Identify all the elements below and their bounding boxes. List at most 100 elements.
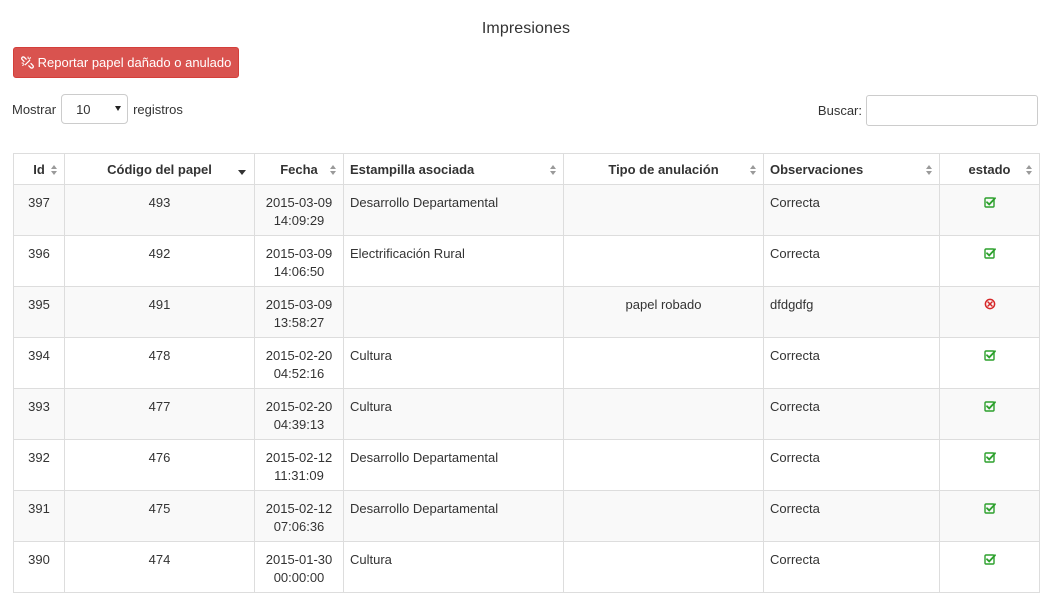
column-header-estado[interactable]: estado — [939, 153, 1040, 185]
fecha-time: 04:52:16 — [273, 366, 325, 381]
search-input[interactable] — [866, 95, 1038, 126]
cell-tipo-anulacion — [563, 439, 764, 491]
fecha-time: 11:31:09 — [274, 468, 324, 483]
cell-id: 392 — [13, 439, 65, 491]
unlink-icon — [20, 56, 34, 69]
fecha-date: 2015-03-09 — [265, 297, 333, 312]
chevron-down-icon — [115, 106, 122, 111]
table-row[interactable]: 395 491 2015-03-09 13:58:27 papel robado dfdg… — [13, 286, 1040, 338]
cell-estado — [939, 490, 1040, 542]
fecha-date: 2015-03-09 — [265, 246, 333, 261]
search-label: Buscar: — [817, 103, 862, 118]
page-length-select[interactable]: 10 — [61, 94, 129, 124]
cell-fecha: 2015-03-09 14:06:50 — [254, 235, 344, 287]
check-square-icon — [983, 246, 996, 259]
sort-both-icon — [1026, 165, 1033, 175]
fecha-time: 14:06:50 — [273, 264, 325, 279]
table-row[interactable]: 393 477 2015-02-20 04:39:13 Cultura Correcta — [13, 388, 1040, 440]
cell-id: 390 — [13, 541, 65, 593]
check-square-icon — [983, 450, 996, 463]
fecha-date: 2015-02-12 — [265, 450, 333, 465]
cell-estado — [939, 439, 1040, 491]
impresiones-table: Id Código del papel Fecha Estampilla aso… — [13, 153, 1040, 593]
fecha-time: 04:39:13 — [273, 417, 325, 432]
length-prefix-label: Mostrar — [12, 101, 57, 117]
cell-codigo: 478 — [64, 337, 255, 389]
sort-both-icon — [330, 165, 337, 175]
sort-both-icon — [750, 165, 757, 175]
cell-tipo-anulacion — [563, 337, 764, 389]
cell-estampilla: Desarrollo Departamental — [343, 490, 564, 542]
column-header-id[interactable]: Id — [13, 153, 65, 185]
column-header-fecha[interactable]: Fecha — [254, 153, 344, 185]
cell-id: 391 — [13, 490, 65, 542]
cell-codigo: 476 — [64, 439, 255, 491]
cell-tipo-anulacion: papel robado — [563, 286, 764, 338]
cell-codigo: 474 — [64, 541, 255, 593]
length-suffix-label: registros — [133, 101, 183, 117]
fecha-date: 2015-01-30 — [265, 552, 333, 567]
column-header-tipo[interactable]: Tipo de anulación — [563, 153, 764, 185]
cell-fecha: 2015-02-12 07:06:36 — [254, 490, 344, 542]
table-row[interactable]: 391 475 2015-02-12 07:06:36 Desarrollo Depar… — [13, 490, 1040, 542]
report-button-label: Reportar papel dañado o anulado — [37, 55, 232, 70]
cell-fecha: 2015-03-09 13:58:27 — [254, 286, 344, 338]
fecha-time: 00:00:00 — [273, 570, 325, 585]
cell-observaciones: Correcta — [763, 235, 940, 287]
check-square-icon — [983, 552, 996, 565]
fecha-date: 2015-03-09 — [265, 195, 333, 210]
cell-estado — [939, 541, 1040, 593]
fecha-time: 07:06:36 — [273, 519, 325, 534]
cell-estampilla — [343, 286, 564, 338]
cell-observaciones: Correcta — [763, 184, 940, 236]
cell-id: 393 — [13, 388, 65, 440]
sort-both-icon — [51, 165, 58, 175]
sort-both-icon — [550, 165, 557, 175]
cell-estampilla: Cultura — [343, 388, 564, 440]
cell-codigo: 492 — [64, 235, 255, 287]
page-title: Impresiones — [481, 20, 571, 37]
check-square-icon — [983, 195, 996, 208]
cell-fecha: 2015-03-09 14:09:29 — [254, 184, 344, 236]
fecha-date: 2015-02-12 — [265, 501, 333, 516]
cell-observaciones: dfdgdfg — [763, 286, 940, 338]
check-square-icon — [983, 348, 996, 361]
cell-id: 397 — [13, 184, 65, 236]
cell-fecha: 2015-01-30 00:00:00 — [254, 541, 344, 593]
table-row[interactable]: 394 478 2015-02-20 04:52:16 Cultura Correcta — [13, 337, 1040, 389]
cell-tipo-anulacion — [563, 235, 764, 287]
page-length-control: Mostrar 10 registros — [12, 94, 183, 124]
report-damaged-paper-button[interactable]: Reportar papel dañado o anulado — [13, 47, 239, 78]
table-row[interactable]: 396 492 2015-03-09 14:06:50 Electrificación … — [13, 235, 1040, 287]
cell-observaciones: Correcta — [763, 439, 940, 491]
column-header-estampilla[interactable]: Estampilla asociada — [343, 153, 564, 185]
cell-tipo-anulacion — [563, 184, 764, 236]
table-row[interactable]: 392 476 2015-02-12 11:31:09 Desarrollo Depar… — [13, 439, 1040, 491]
fecha-date: 2015-02-20 — [265, 399, 333, 414]
cell-observaciones: Correcta — [763, 337, 940, 389]
column-header-codigo[interactable]: Código del papel — [64, 153, 255, 185]
table-row[interactable]: 397 493 2015-03-09 14:09:29 Desarrollo Depar… — [13, 184, 1040, 236]
column-header-observaciones[interactable]: Observaciones — [763, 153, 940, 185]
cell-fecha: 2015-02-20 04:39:13 — [254, 388, 344, 440]
cell-observaciones: Correcta — [763, 541, 940, 593]
cell-estado — [939, 184, 1040, 236]
cell-fecha: 2015-02-12 11:31:09 — [254, 439, 344, 491]
table-row[interactable]: 390 474 2015-01-30 00:00:00 Cultura Correcta — [13, 541, 1040, 593]
cell-estado — [939, 235, 1040, 287]
cell-observaciones: Correcta — [763, 388, 940, 440]
cell-estampilla: Cultura — [343, 541, 564, 593]
cell-codigo: 491 — [64, 286, 255, 338]
table-header-row: Id Código del papel Fecha Estampilla aso… — [13, 153, 1040, 185]
cell-id: 395 — [13, 286, 65, 338]
cell-fecha: 2015-02-20 04:52:16 — [254, 337, 344, 389]
cell-estado — [939, 286, 1040, 338]
cell-tipo-anulacion — [563, 388, 764, 440]
cell-observaciones: Correcta — [763, 490, 940, 542]
cell-estampilla: Cultura — [343, 337, 564, 389]
sort-both-icon — [926, 165, 933, 175]
cell-estado — [939, 388, 1040, 440]
cell-codigo: 475 — [64, 490, 255, 542]
check-square-icon — [983, 501, 996, 514]
cell-id: 396 — [13, 235, 65, 287]
